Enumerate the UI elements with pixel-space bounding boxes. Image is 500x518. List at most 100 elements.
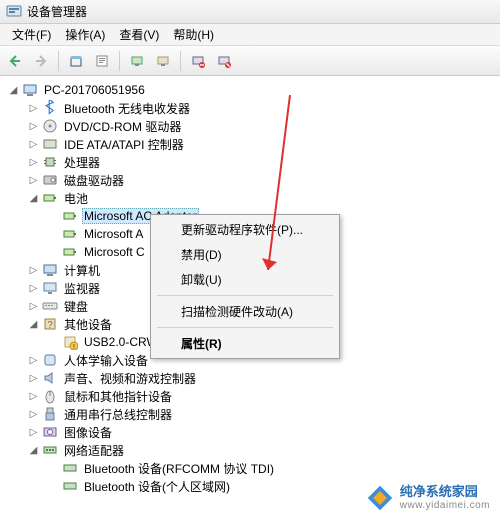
tree-label: 其他设备 xyxy=(62,315,114,334)
menu-action[interactable]: 操作(A) xyxy=(59,24,111,45)
tree-category[interactable]: ▷ IDE ATA/ATAPI 控制器 xyxy=(0,135,500,153)
disable-button[interactable] xyxy=(213,50,235,72)
tree-item[interactable]: ▷Bluetooth 设备(RFCOMM 协议 TDI) xyxy=(0,459,500,477)
context-menu: 更新驱动程序软件(P)... 禁用(D) 卸载(U) 扫描检测硬件改动(A) 属… xyxy=(150,214,340,359)
ctx-separator xyxy=(157,295,333,296)
collapse-icon[interactable]: ◢ xyxy=(28,319,39,330)
tree-label: 监视器 xyxy=(62,279,102,298)
tree-label: 网络适配器 xyxy=(62,441,126,460)
tree-label: 计算机 xyxy=(62,261,102,280)
show-hidden-button[interactable] xyxy=(65,50,87,72)
computer-icon xyxy=(22,82,38,98)
expand-icon[interactable]: ▷ xyxy=(28,103,39,114)
unknown-device-icon: ! xyxy=(62,334,78,350)
back-button[interactable] xyxy=(4,50,26,72)
expand-icon[interactable]: ▷ xyxy=(28,175,39,186)
tree-label: DVD/CD-ROM 驱动器 xyxy=(62,117,183,136)
bluetooth-icon xyxy=(42,100,58,116)
watermark-logo-icon xyxy=(366,484,394,512)
monitor-icon xyxy=(42,280,58,296)
tree-label: 处理器 xyxy=(62,153,102,172)
network-icon xyxy=(42,442,58,458)
tree-category[interactable]: ▷ 通用串行总线控制器 xyxy=(0,405,500,423)
scan-hardware-button[interactable] xyxy=(126,50,148,72)
title-bar: 设备管理器 xyxy=(0,0,500,24)
ctx-scan-hardware[interactable]: 扫描检测硬件改动(A) xyxy=(153,299,337,324)
uninstall-button[interactable] xyxy=(187,50,209,72)
expand-icon[interactable]: ▷ xyxy=(28,283,39,294)
update-driver-button[interactable] xyxy=(152,50,174,72)
network-adapter-icon xyxy=(62,460,78,476)
tree-category[interactable]: ▷ 鼠标和其他指针设备 xyxy=(0,387,500,405)
tree-label: PC-201706051956 xyxy=(42,82,147,98)
watermark-title: 纯净系统家园 xyxy=(400,485,490,499)
disk-icon xyxy=(42,172,58,188)
tree-label: 鼠标和其他指针设备 xyxy=(62,387,174,406)
expand-icon[interactable]: ▷ xyxy=(28,355,39,366)
menu-bar: 文件(F) 操作(A) 查看(V) 帮助(H) xyxy=(0,24,500,46)
tree-category-battery[interactable]: ◢ 电池 xyxy=(0,189,500,207)
battery-icon xyxy=(62,226,78,242)
battery-icon xyxy=(62,244,78,260)
dvd-icon xyxy=(42,118,58,134)
tree-label: 键盘 xyxy=(62,297,90,316)
tree-label: Microsoft A xyxy=(82,226,145,242)
watermark: 纯净系统家园 www.yidaimei.com xyxy=(362,482,494,514)
battery-icon xyxy=(62,208,78,224)
tree-category[interactable]: ▷ 图像设备 xyxy=(0,423,500,441)
sound-icon xyxy=(42,370,58,386)
expand-icon[interactable]: ▷ xyxy=(28,157,39,168)
toolbar-separator xyxy=(180,51,181,71)
tree-category[interactable]: ▷ DVD/CD-ROM 驱动器 xyxy=(0,117,500,135)
menu-view[interactable]: 查看(V) xyxy=(113,24,165,45)
tree-label: Bluetooth 设备(个人区域网) xyxy=(82,477,232,496)
tree-category[interactable]: ▷ 处理器 xyxy=(0,153,500,171)
computer-icon xyxy=(42,262,58,278)
collapse-icon[interactable]: ◢ xyxy=(28,193,39,204)
collapse-icon[interactable]: ◢ xyxy=(8,85,19,96)
ctx-separator xyxy=(157,327,333,328)
expand-icon[interactable]: ▷ xyxy=(28,139,39,150)
expand-icon[interactable]: ▷ xyxy=(28,391,39,402)
other-device-icon: ? xyxy=(42,316,58,332)
tree-category[interactable]: ▷ 磁盘驱动器 xyxy=(0,171,500,189)
tree-label: 图像设备 xyxy=(62,423,114,442)
collapse-icon[interactable]: ◢ xyxy=(28,445,39,456)
tree-label: IDE ATA/ATAPI 控制器 xyxy=(62,135,186,154)
ctx-disable[interactable]: 禁用(D) xyxy=(153,242,337,267)
tree-label: 电池 xyxy=(62,189,90,208)
cpu-icon xyxy=(42,154,58,170)
usb-icon xyxy=(42,406,58,422)
tree-label: 磁盘驱动器 xyxy=(62,171,126,190)
ide-icon xyxy=(42,136,58,152)
ctx-update-driver[interactable]: 更新驱动程序软件(P)... xyxy=(153,217,337,242)
image-device-icon xyxy=(42,424,58,440)
window-title: 设备管理器 xyxy=(27,3,87,20)
network-adapter-icon xyxy=(62,478,78,494)
tree-label: 通用串行总线控制器 xyxy=(62,405,174,424)
expand-icon[interactable]: ▷ xyxy=(28,301,39,312)
ctx-uninstall[interactable]: 卸载(U) xyxy=(153,267,337,292)
hid-icon xyxy=(42,352,58,368)
forward-button[interactable] xyxy=(30,50,52,72)
expand-icon[interactable]: ▷ xyxy=(28,409,39,420)
ctx-properties[interactable]: 属性(R) xyxy=(153,331,337,356)
properties-button[interactable] xyxy=(91,50,113,72)
toolbar xyxy=(0,46,500,76)
tree-category-network[interactable]: ◢ 网络适配器 xyxy=(0,441,500,459)
expand-icon[interactable]: ▷ xyxy=(28,265,39,276)
expand-icon[interactable]: ▷ xyxy=(28,373,39,384)
tree-label: Bluetooth 无线电收发器 xyxy=(62,99,192,118)
tree-category[interactable]: ▷ Bluetooth 无线电收发器 xyxy=(0,99,500,117)
toolbar-separator xyxy=(58,51,59,71)
menu-file[interactable]: 文件(F) xyxy=(6,24,57,45)
expand-icon[interactable]: ▷ xyxy=(28,427,39,438)
svg-text:!: ! xyxy=(73,344,75,350)
tree-category[interactable]: ▷声音、视频和游戏控制器 xyxy=(0,369,500,387)
tree-label: Bluetooth 设备(RFCOMM 协议 TDI) xyxy=(82,459,276,478)
tree-root[interactable]: ◢ PC-201706051956 xyxy=(0,81,500,99)
mouse-icon xyxy=(42,388,58,404)
watermark-url: www.yidaimei.com xyxy=(400,500,490,511)
menu-help[interactable]: 帮助(H) xyxy=(167,24,220,45)
expand-icon[interactable]: ▷ xyxy=(28,121,39,132)
